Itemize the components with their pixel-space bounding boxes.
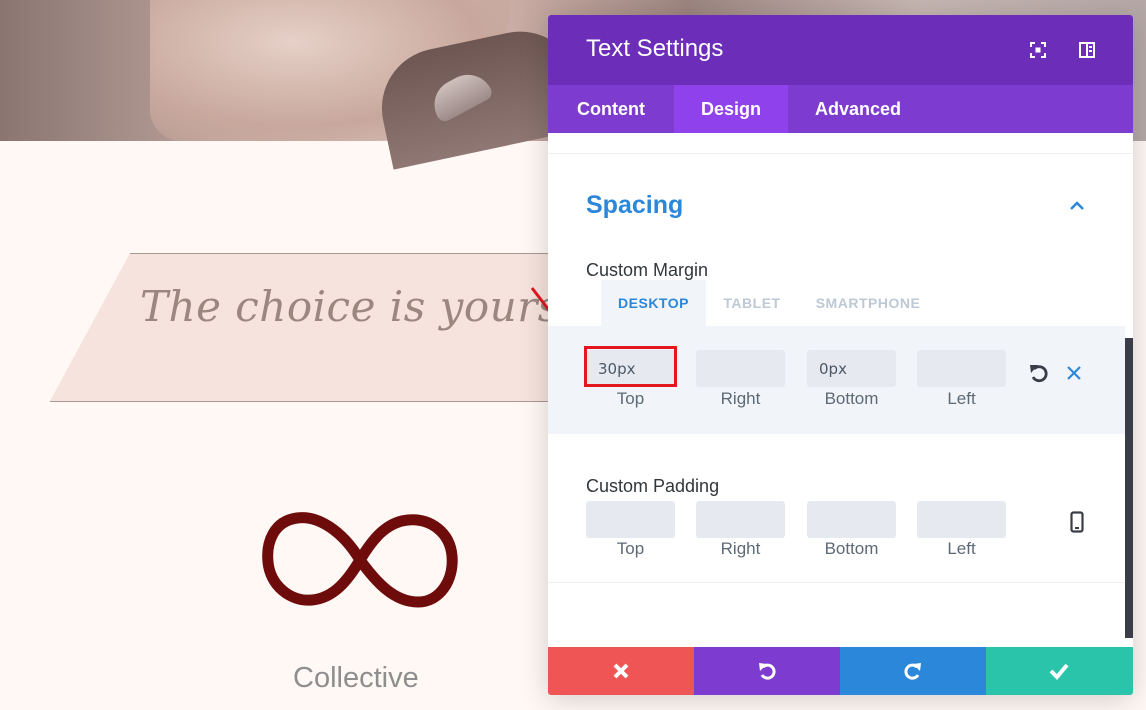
divider [548,153,1133,154]
close-icon[interactable] [1065,364,1083,382]
custom-margin-label: Custom Margin [586,260,709,280]
device-tab-smartphone[interactable]: SMARTPHONE [798,280,938,326]
reset-icon[interactable] [1028,362,1050,384]
margin-left-label: Left [947,389,976,408]
custom-padding-label: Custom Padding [586,476,720,496]
expand-icon[interactable] [1029,41,1047,59]
scrollbar[interactable] [1125,338,1133,638]
infinity-logo-icon [262,512,458,608]
padding-left-input[interactable] [917,501,1006,538]
close-icon [613,663,629,679]
padding-right-label: Right [720,539,761,558]
quote-banner-text: The choice is yours [140,282,560,331]
device-tab-tablet[interactable]: TABLET [706,280,798,326]
tab-design[interactable]: Design [674,85,788,133]
smartphone-icon[interactable] [1070,511,1084,533]
tab-advanced[interactable]: Advanced [788,85,928,133]
margin-bottom-input[interactable] [807,350,896,387]
margin-bottom-label: Bottom [824,389,879,408]
tab-content[interactable]: Content [548,85,674,133]
margin-top-highlight [584,346,677,387]
save-button[interactable] [986,647,1133,695]
undo-icon [759,663,776,680]
panel-body: Spacing Custom Margin DESKTOP TABLET SMA… [548,133,1133,647]
padding-bottom-input[interactable] [807,501,896,538]
margin-right-input[interactable] [696,350,785,387]
margin-top-label: Top [616,389,645,408]
section-title-spacing[interactable]: Spacing [586,191,683,220]
panel-title: Text Settings [586,35,724,62]
redo-icon [904,663,921,680]
sidebar-toggle-icon[interactable] [1078,41,1096,59]
padding-bottom-label: Bottom [824,539,879,558]
collective-caption: Collective [293,662,419,694]
chevron-up-icon[interactable] [1068,199,1086,211]
padding-top-label: Top [616,539,645,558]
padding-left-label: Left [947,539,976,558]
undo-button[interactable] [694,647,840,695]
margin-left-input[interactable] [917,350,1006,387]
panel-tabs: Content Design Advanced [548,85,1133,133]
divider [548,582,1133,583]
panel-footer [548,647,1133,695]
check-icon [1049,663,1069,680]
text-settings-panel: Text Settings Content Design Advanced Sp… [548,15,1133,695]
discard-button[interactable] [548,647,694,695]
panel-header: Text Settings [548,15,1133,85]
padding-top-input[interactable] [586,501,675,538]
redo-button[interactable] [840,647,986,695]
device-tab-desktop[interactable]: DESKTOP [601,280,706,326]
margin-right-label: Right [720,389,761,408]
padding-right-input[interactable] [696,501,785,538]
